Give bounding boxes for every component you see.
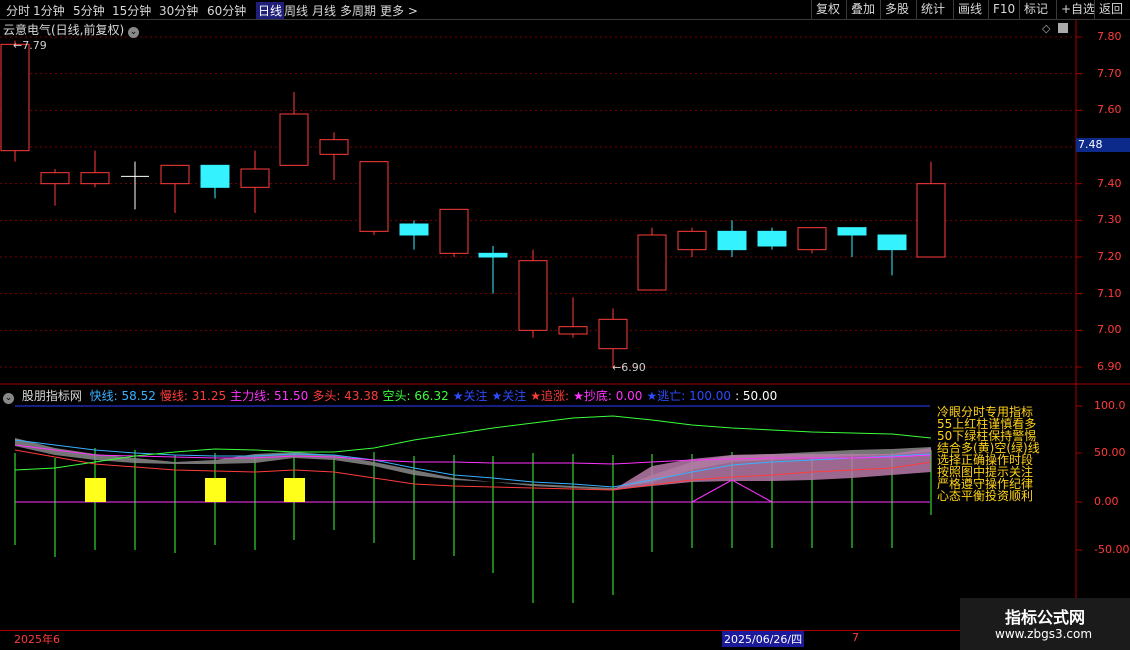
kline-chart-area[interactable] (0, 0, 1130, 650)
candle[interactable] (200, 164, 230, 199)
candle-body (200, 164, 230, 188)
candle[interactable] (717, 220, 747, 257)
chart-title-text: 云意电气(日线,前复权) (3, 23, 125, 37)
candle[interactable] (121, 161, 149, 210)
high-price-value: 7.79 (22, 39, 47, 52)
price-tick-5: 7.30 (1097, 213, 1122, 227)
candle[interactable] (319, 132, 349, 180)
indicator-note-7: 心态平衡投资顺利 (937, 489, 1034, 503)
candle-body (80, 172, 110, 185)
candle[interactable] (478, 246, 508, 294)
candle-body (399, 223, 429, 236)
price-tick-0: 7.80 (1097, 30, 1122, 43)
indicator-tick-3: -50.00 (1094, 543, 1130, 556)
signal-block (85, 478, 106, 502)
watermark-title: 指标公式网 (1005, 608, 1086, 627)
price-tick-8: 7.00 (1097, 323, 1122, 337)
indicator-item-0: 快线: 58.52 (89, 389, 156, 403)
candles-group (0, 40, 946, 367)
candle-body (677, 230, 707, 251)
diamond-icon[interactable]: ◇ (1042, 22, 1050, 35)
candle[interactable] (240, 150, 270, 213)
indicator-tick-0: 100.0 (1094, 399, 1126, 412)
candle-body (279, 113, 309, 166)
candle[interactable] (877, 234, 907, 276)
signal-block (205, 478, 226, 502)
indicator-item-8: ★抄底: 0.00 (573, 389, 643, 403)
date-label-right: 7 (852, 631, 859, 644)
candle[interactable] (160, 164, 190, 213)
price-tick-1: 7.70 (1097, 66, 1122, 80)
candle[interactable] (916, 161, 946, 258)
candle-body (757, 230, 787, 247)
price-tick-6: 7.20 (1097, 250, 1122, 263)
candle[interactable] (359, 161, 389, 235)
candle-body (598, 318, 628, 350)
candle-body (518, 260, 548, 331)
close-pane-icon[interactable] (1058, 23, 1068, 33)
candle[interactable] (837, 227, 867, 257)
indicator-tick-2: 0.00 (1094, 495, 1119, 508)
candle-body (359, 161, 389, 232)
chevron-down-icon[interactable]: ⌄ (3, 393, 14, 404)
indicator-item-5: ★关注 (452, 389, 488, 403)
candle[interactable] (558, 297, 588, 338)
indicator-name[interactable]: 股朋指标网 (22, 389, 82, 403)
indicator-item-3: 多头: 43.38 (312, 389, 379, 403)
high-price-label: ←7.79 (13, 39, 47, 52)
candle[interactable] (518, 249, 548, 338)
low-price-value: 6.90 (621, 361, 646, 374)
chart-title[interactable]: 云意电气(日线,前复权) ⌄ (3, 21, 140, 38)
chevron-down-icon[interactable]: ⌄ (128, 27, 140, 38)
indicator-tick-1: 50.00 (1094, 446, 1126, 459)
candle[interactable] (757, 227, 787, 250)
candle-body (439, 208, 469, 254)
indicator-item-4: 空头: 66.32 (382, 389, 449, 403)
indicator-item-7: ★追涨: (530, 389, 570, 403)
candle[interactable] (80, 150, 110, 188)
date-label-left: 2025年6 (14, 633, 60, 646)
date-bar (0, 630, 1076, 645)
candle[interactable] (0, 40, 30, 162)
indicator-item-6: ★关注 (491, 389, 527, 403)
candle-body (797, 227, 827, 251)
price-tick-7: 7.10 (1097, 286, 1122, 300)
candle[interactable] (399, 220, 429, 250)
candle-body (916, 183, 946, 258)
candle-body (319, 139, 349, 155)
candle-body (877, 234, 907, 251)
indicator-item-1: 慢线: 31.25 (159, 389, 227, 403)
candle[interactable] (279, 92, 309, 166)
candle-body (558, 326, 588, 335)
price-tick-2: 7.60 (1097, 103, 1122, 117)
signal-block (284, 478, 305, 502)
candle[interactable] (637, 227, 667, 291)
candle-body (837, 227, 867, 236)
indicator-item-9: ★逃亡: 100.00 (646, 389, 732, 403)
date-selected: 2025/06/26/四 (722, 631, 805, 647)
candle-body (637, 234, 667, 291)
current-price-marker: 7.48 (1076, 138, 1130, 152)
watermark-url: www.zbgs3.com (995, 627, 1093, 641)
low-price-label: ←6.90 (612, 361, 646, 374)
indicator-item-2: 主力线: 51.50 (230, 389, 309, 403)
candle[interactable] (40, 169, 70, 206)
candle-body (478, 252, 508, 258)
candle-body (40, 172, 70, 185)
indicator-item-10: : 50.00 (735, 389, 778, 403)
candle-body (0, 43, 30, 152)
indicator-pane (14, 405, 1082, 603)
candle[interactable] (797, 227, 827, 254)
candle[interactable] (439, 208, 469, 257)
price-tick-4: 7.40 (1097, 176, 1122, 190)
candle-body (240, 168, 270, 188)
candle[interactable] (677, 227, 707, 257)
candle-body (160, 164, 190, 185)
price-tick-9: 6.90 (1097, 360, 1122, 373)
candle-body (717, 230, 747, 251)
indicator-header: ⌄ 股朋指标网 快线: 58.52 慢线: 31.25 主力线: 51.50 多头: … (3, 387, 785, 404)
candle[interactable] (598, 308, 628, 367)
